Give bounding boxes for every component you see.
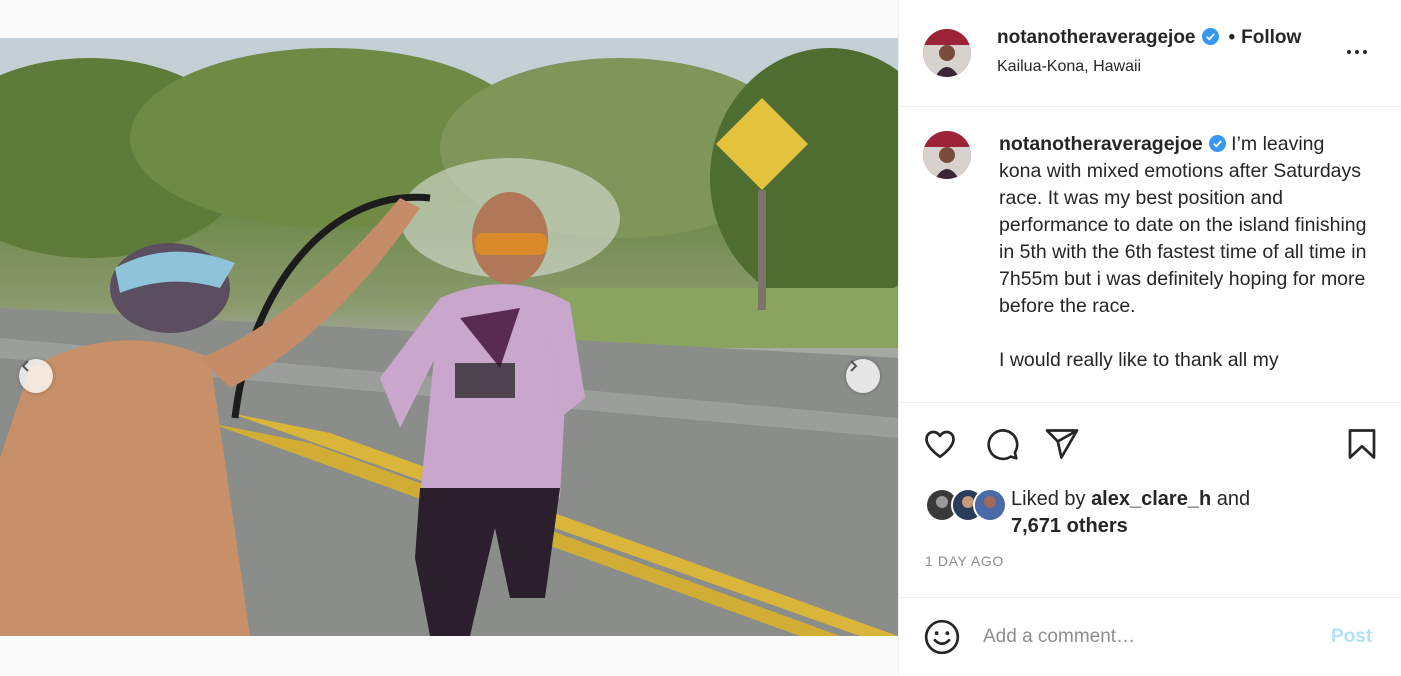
caption-username[interactable]: notanotheraveragejoe (999, 133, 1203, 155)
heart-icon (925, 430, 955, 459)
author-avatar[interactable] (923, 29, 971, 77)
bookmark-icon (1348, 429, 1376, 459)
verified-badge-icon (1201, 28, 1219, 45)
liker-username[interactable]: alex_clare_h (1091, 488, 1211, 510)
likes-others-link[interactable]: 7,671 others (1011, 515, 1128, 537)
post-photo[interactable] (0, 38, 898, 636)
carousel-next-button[interactable] (846, 359, 880, 393)
liker-avatar (973, 488, 1007, 522)
likes-summary: Liked by alex_clare_h and 7,671 others (1011, 486, 1391, 540)
comment-icon (987, 429, 1019, 461)
likes-conjunction: and (1216, 488, 1251, 510)
caption-paragraph: I would really like to thank all my (999, 349, 1279, 371)
caption-body: I’m leaving kona with mixed emotions aft… (999, 133, 1367, 317)
liker-avatars[interactable] (925, 488, 1007, 522)
share-icon (1045, 429, 1079, 459)
photo-illustration (0, 38, 898, 636)
comment-input[interactable] (983, 620, 1303, 654)
author-username[interactable]: notanotheraveragejoe (997, 27, 1196, 48)
carousel-prev-button[interactable] (19, 359, 53, 393)
chevron-right-icon (850, 360, 858, 372)
emoji-icon (924, 619, 960, 655)
header-separator: • (1228, 27, 1236, 48)
likes-prefix: Liked by (1011, 488, 1086, 510)
more-options-button[interactable] (1343, 40, 1371, 64)
caption-avatar[interactable] (923, 131, 971, 179)
save-button[interactable] (1343, 425, 1381, 463)
post-actions: Liked by alex_clare_h and 7,671 others 1… (899, 402, 1401, 598)
post-timestamp[interactable]: 1 DAY AGO (925, 553, 1004, 569)
post-header: notanotheraveragejoe • Follow Kailua-Kona,… (899, 0, 1401, 107)
post-side-panel: notanotheraveragejoe • Follow Kailua-Kona,… (898, 0, 1401, 675)
comment-bar: Post (899, 597, 1401, 676)
caption-text: notanotheraveragejoe I’m leaving kona wi… (999, 131, 1369, 401)
emoji-button[interactable] (923, 618, 961, 656)
follow-button[interactable]: Follow (1241, 27, 1301, 48)
post-comment-button[interactable]: Post (1331, 626, 1372, 648)
more-options-icon (1347, 50, 1351, 54)
caption-section: notanotheraveragejoe I’m leaving kona wi… (899, 107, 1401, 402)
like-button[interactable] (921, 425, 959, 463)
caption-paragraph: notanotheraveragejoe I’m leaving kona wi… (999, 131, 1369, 320)
chevron-left-icon (21, 360, 29, 372)
media-column (0, 0, 898, 675)
header-line: notanotheraveragejoe • Follow (997, 27, 1337, 49)
share-button[interactable] (1043, 425, 1081, 463)
verified-badge-icon (1208, 135, 1226, 152)
comment-button[interactable] (983, 425, 1021, 463)
post-location[interactable]: Kailua-Kona, Hawaii (997, 58, 1141, 76)
